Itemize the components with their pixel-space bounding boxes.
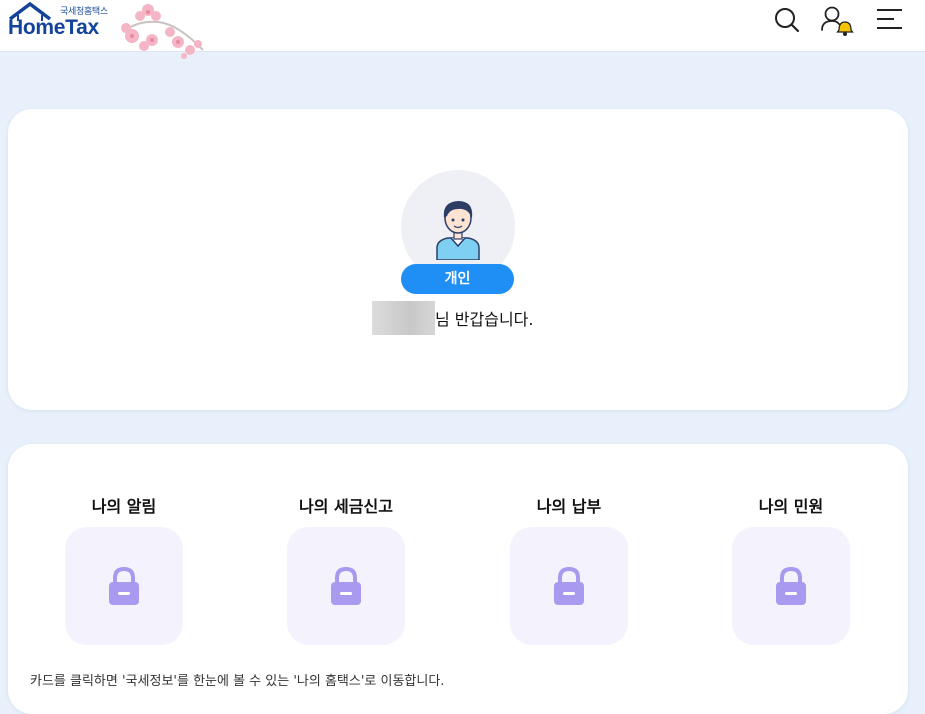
service-title-civil-petitions: 나의 민원 [758, 497, 824, 516]
lock-icon [331, 567, 361, 605]
hometax-logo[interactable]: 국세청홈택스 HomeTax [8, 2, 118, 44]
card-hint-text: 카드를 클릭하면 '국세정보'를 한눈에 볼 수 있는 '나의 홈택스'로 이동… [30, 674, 445, 689]
my-account-button[interactable] [820, 4, 856, 38]
menu-button[interactable] [872, 4, 908, 38]
user-notification-icon [821, 6, 854, 36]
service-card-payment[interactable] [510, 527, 628, 645]
user-type-badge[interactable]: 개인 [401, 264, 514, 294]
service-card-tax-filing[interactable] [287, 527, 405, 645]
greeting: 님 반갑습니다. [372, 301, 534, 335]
menu-icon [877, 9, 902, 29]
masked-user-name [372, 301, 435, 335]
service-title-notifications: 나의 알림 [91, 497, 157, 516]
greeting-text: 님 반갑습니다. [435, 310, 534, 329]
lock-icon [554, 567, 584, 605]
my-hometax-card: 나의 알림 나의 세금신고 나의 납부 나의 민원 카드를 클릭하면 '국세정보 [8, 444, 908, 714]
profile-card: 개인 님 반갑습니다. [8, 109, 908, 410]
top-header: 국세청홈택스 HomeTax [0, 0, 925, 59]
search-icon [775, 8, 800, 33]
service-title-payment: 나의 납부 [536, 497, 602, 516]
service-card-civil-petitions[interactable] [732, 527, 850, 645]
service-card-notifications[interactable] [65, 527, 183, 645]
search-button[interactable] [770, 4, 806, 38]
lock-icon [776, 567, 806, 605]
cherry-blossom-icon [121, 4, 204, 59]
lock-icon [109, 567, 139, 605]
service-title-tax-filing: 나의 세금신고 [299, 497, 393, 516]
logo-title: HomeTax [8, 16, 99, 39]
person-avatar-icon [436, 201, 480, 260]
